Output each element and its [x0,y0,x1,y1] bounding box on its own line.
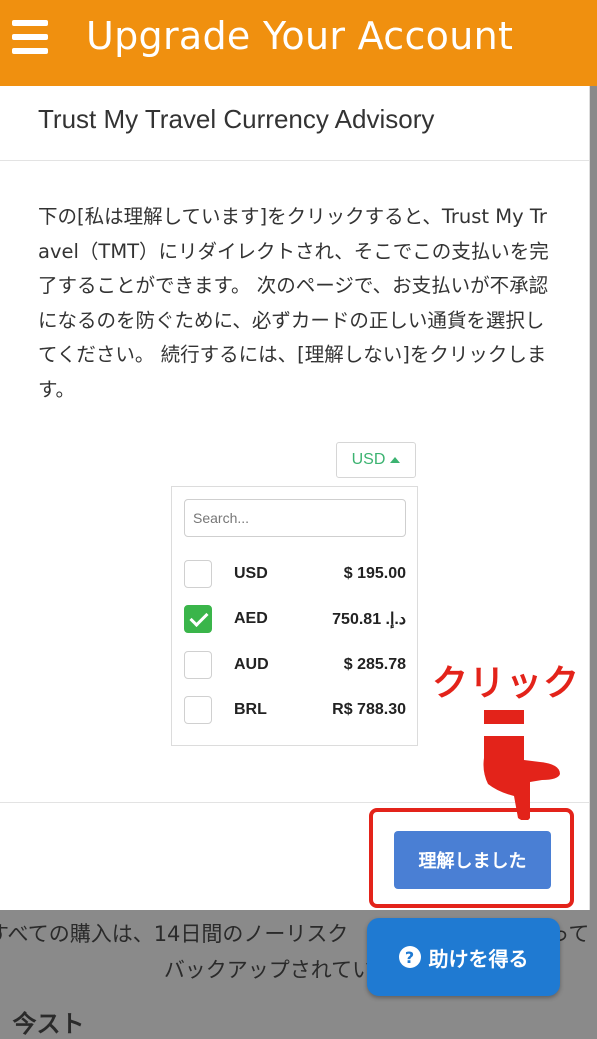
click-annotation-label: クリック [432,663,581,704]
checkbox-checked[interactable] [184,605,212,633]
modal-header: Trust My Travel Currency Advisory [0,86,589,161]
currency-code: AUD [234,656,269,673]
caret-up-icon [390,457,401,463]
currency-amount: $ 195.00 [343,565,406,582]
app-header: Upgrade Your Account [0,0,597,86]
help-label: 助けを得る [428,946,529,971]
click-highlight-box [369,808,574,908]
currency-dropdown: USD $ 195.00 AED 750.81 .د.إ AUD $ 285.7… [171,486,418,746]
currency-amount: $ 285.78 [343,656,406,673]
checkbox[interactable] [184,651,212,679]
checkbox[interactable] [184,560,212,588]
currency-search-input[interactable] [184,499,406,537]
advisory-text: 下の[私は理解しています]をクリックすると、Trust My Travel（TM… [38,205,549,401]
currency-option-brl[interactable]: BRL R$ 788.30 [184,692,406,728]
get-help-button[interactable]: ? 助けを得る [367,918,560,996]
pointing-hand-icon [483,710,560,820]
currency-code: BRL [234,701,267,718]
question-icon: ? [398,946,421,968]
currency-amount: R$ 788.30 [332,701,406,718]
currency-option-aed[interactable]: AED 750.81 .د.إ [184,601,406,637]
checkbox[interactable] [184,696,212,724]
background-text-line3: 今スト [12,1010,85,1038]
currency-option-usd[interactable]: USD $ 195.00 [184,556,406,592]
currency-toggle-label: USD [351,451,386,468]
currency-dropdown-toggle[interactable]: USD [336,442,416,478]
page-title: Upgrade Your Account [86,14,514,58]
menu-icon[interactable] [12,20,48,54]
currency-code: AED [234,610,268,627]
modal-title: Trust My Travel Currency Advisory [38,104,435,134]
currency-option-aud[interactable]: AUD $ 285.78 [184,647,406,683]
currency-amount: 750.81 .د.إ [332,611,406,628]
currency-code: USD [234,565,268,582]
